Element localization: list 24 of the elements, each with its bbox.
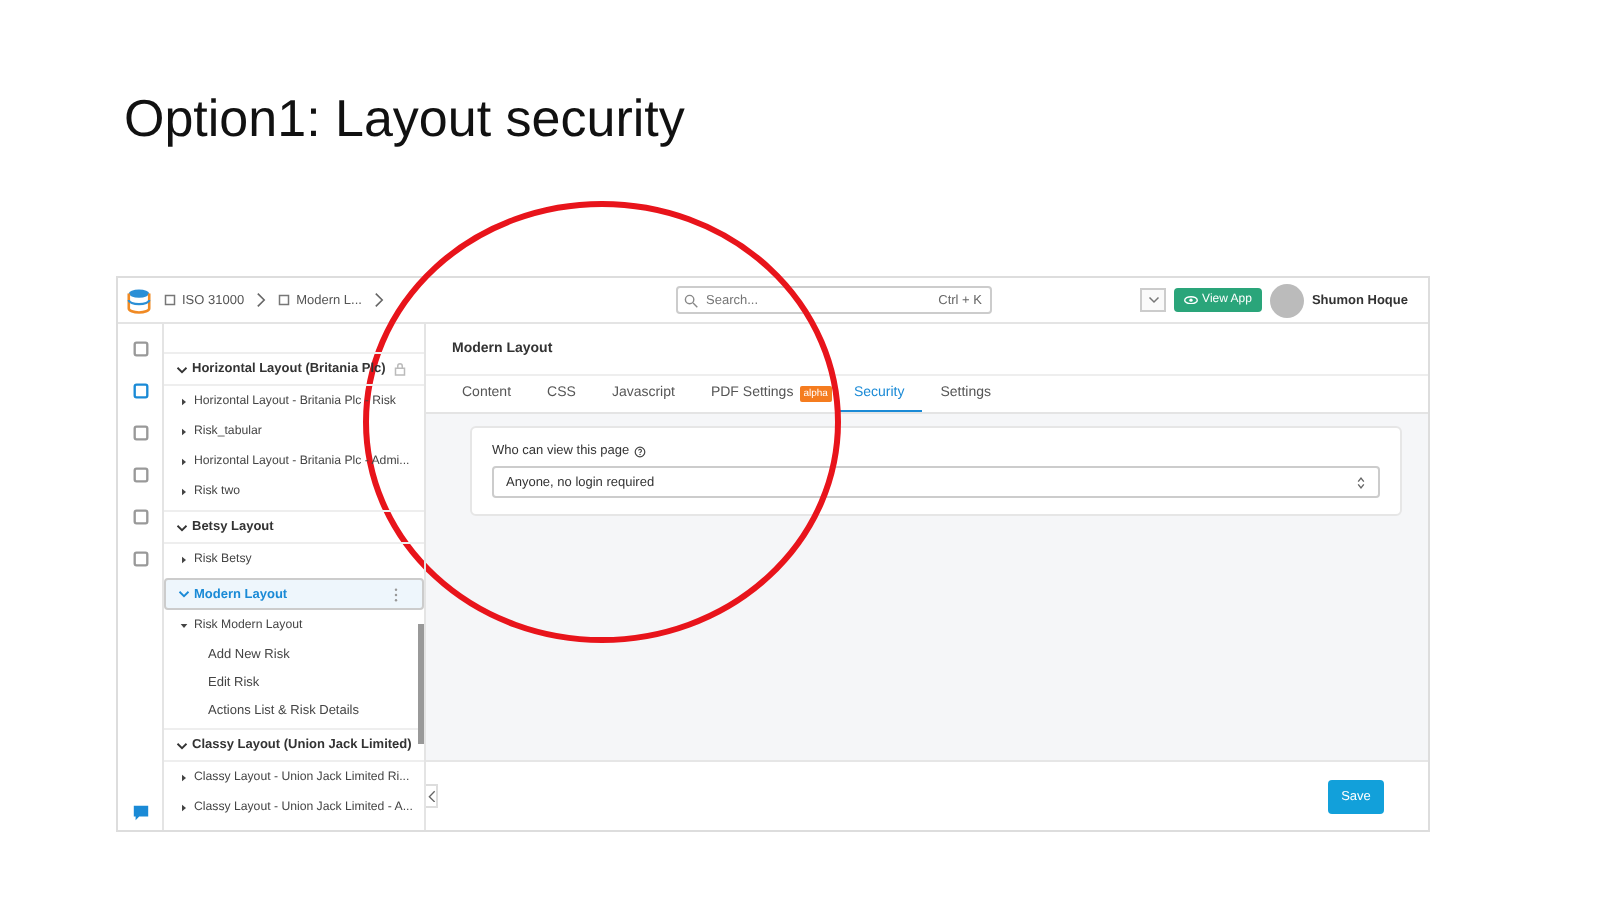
sort-arrows-icon bbox=[1356, 475, 1366, 489]
chevron-down-icon bbox=[176, 739, 188, 751]
slide-title: Option1: Layout security bbox=[124, 88, 685, 150]
triangle-right-icon bbox=[180, 555, 188, 563]
triangle-right-icon bbox=[180, 427, 188, 435]
chevron-down-icon bbox=[178, 588, 190, 600]
triangle-right-icon bbox=[180, 803, 188, 811]
chevron-down-icon bbox=[176, 521, 188, 533]
chevron-down-icon bbox=[176, 363, 188, 375]
avatar bbox=[1269, 283, 1304, 317]
chevron-right-icon bbox=[373, 292, 384, 308]
triangle-right-icon bbox=[180, 487, 188, 495]
database-logo-icon bbox=[126, 287, 152, 313]
triangle-down-icon bbox=[180, 621, 188, 629]
eye-icon bbox=[1184, 295, 1199, 305]
triangle-right-icon bbox=[180, 773, 188, 781]
chevron-right-icon bbox=[256, 292, 267, 308]
search-icon bbox=[684, 293, 698, 307]
triangle-right-icon bbox=[180, 397, 188, 405]
dropdown-button[interactable] bbox=[1140, 288, 1167, 312]
triangle-right-icon bbox=[180, 457, 188, 465]
chat-icon[interactable] bbox=[131, 804, 149, 822]
help-icon bbox=[633, 445, 646, 457]
chevron-down-icon bbox=[1147, 296, 1160, 304]
